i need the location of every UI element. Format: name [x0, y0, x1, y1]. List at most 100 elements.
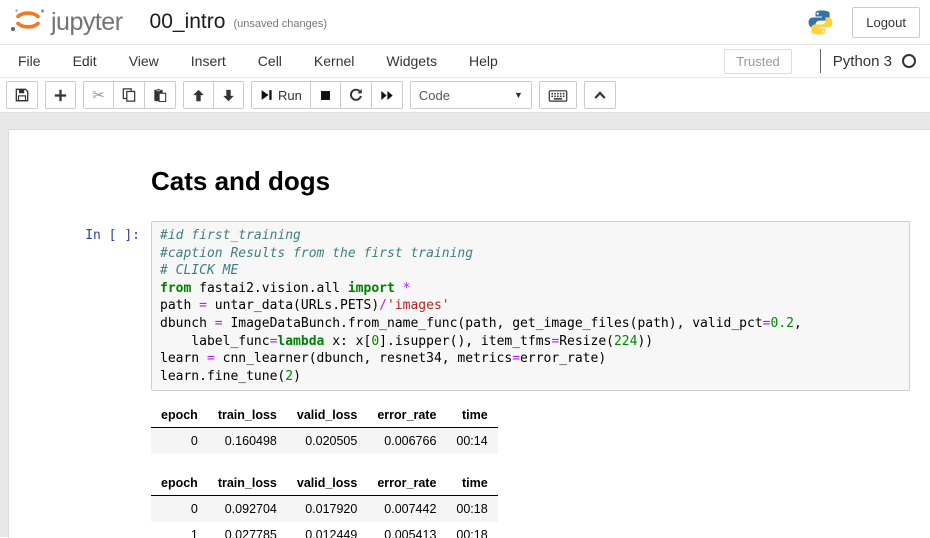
run-button-label: Run [278, 88, 302, 103]
table-cell: 1 [151, 522, 208, 538]
cell-prompt: In [ ]: [9, 221, 151, 391]
table-cell: 0.007442 [367, 496, 446, 523]
run-cell-button[interactable]: Run [251, 81, 311, 109]
logout-button[interactable]: Logout [852, 7, 920, 38]
code-token: from [160, 281, 191, 296]
code-cell[interactable]: In [ ]: #id first_training#caption Resul… [9, 221, 910, 391]
table-header-cell: epoch [151, 403, 208, 428]
table-header-cell: error_rate [367, 403, 446, 428]
menu-item-widgets[interactable]: Widgets [370, 53, 453, 69]
table-header-cell: time [446, 471, 497, 496]
move-cell-up-button[interactable] [183, 81, 214, 109]
cut-icon: ✂ [92, 88, 105, 103]
training-results-table: epochtrain_lossvalid_losserror_ratetime0… [151, 403, 498, 454]
table-cell: 0.092704 [208, 496, 287, 523]
cut-cell-button[interactable]: ✂ [83, 81, 114, 109]
code-token: Resize( [559, 334, 614, 349]
code-line: learn.fine_tune(2) [160, 368, 901, 386]
add-cell-icon [54, 89, 67, 102]
notebook-container: Cats and dogs In [ ]: #id first_training… [8, 129, 930, 538]
kernel-idle-icon [902, 54, 916, 68]
table-header-cell: epoch [151, 471, 208, 496]
jupyter-wordmark: jupyter [51, 8, 123, 37]
move-cell-down-button[interactable] [213, 81, 244, 109]
interrupt-kernel-button[interactable] [310, 81, 341, 109]
code-token: 'images' [387, 298, 450, 313]
menu-item-insert[interactable]: Insert [175, 53, 242, 69]
kernel-name: Python 3 [833, 53, 892, 70]
code-token: dbunch [160, 316, 215, 331]
code-token: , [794, 316, 802, 331]
header: jupyter 00_intro (unsaved changes) Logou… [0, 0, 930, 44]
code-token: untar_data(URLs.PETS) [207, 298, 379, 313]
notebook-title[interactable]: 00_intro [150, 10, 226, 34]
code-token: = [207, 351, 215, 366]
code-line: label_func=lambda x: x[0].isupper(), ite… [160, 333, 901, 351]
code-token [395, 281, 403, 296]
code-token: label_func [160, 334, 270, 349]
code-token: * [403, 281, 411, 296]
paste-cell-button[interactable] [144, 81, 176, 109]
code-line: # CLICK ME [160, 262, 901, 280]
command-palette-button[interactable] [539, 81, 577, 109]
code-line: from fastai2.vision.all import * [160, 280, 901, 298]
save-button[interactable] [6, 81, 38, 109]
chevron-up-icon [593, 89, 607, 101]
code-line: dbunch = ImageDataBunch.from_name_func(p… [160, 315, 901, 333]
toolbar: ✂ [0, 78, 930, 112]
table-header-cell: error_rate [367, 471, 446, 496]
cell-type-dropdown[interactable]: Code ▼ [410, 81, 532, 109]
training-results-table: epochtrain_lossvalid_losserror_ratetime0… [151, 471, 498, 538]
menu-item-cell[interactable]: Cell [242, 53, 298, 69]
code-token: learn [160, 351, 207, 366]
code-token: / [379, 298, 387, 313]
output-area: epochtrain_lossvalid_losserror_ratetime0… [151, 403, 930, 538]
table-cell: 0.006766 [367, 428, 446, 455]
cell-type-selected: Code [419, 88, 450, 103]
code-token: 0.2 [771, 316, 794, 331]
move-down-icon [222, 89, 235, 102]
save-icon [15, 88, 29, 102]
menu-item-edit[interactable]: Edit [57, 53, 113, 69]
table-cell: 00:18 [446, 496, 497, 523]
code-line: #id first_training [160, 227, 901, 245]
table-cell: 0.005413 [367, 522, 446, 538]
restart-run-all-icon [380, 89, 394, 102]
menu-item-file[interactable]: File [10, 53, 57, 69]
command-palette-keyboard-icon [548, 88, 568, 103]
trusted-button[interactable]: Trusted [724, 49, 792, 74]
code-token: = [199, 298, 207, 313]
code-token: error_rate) [520, 351, 606, 366]
code-token: ].isupper(), item_tfms [379, 334, 551, 349]
toolbar-collapse-button[interactable] [584, 81, 616, 109]
markdown-cell[interactable]: Cats and dogs [9, 166, 930, 197]
code-token: lambda [277, 334, 324, 349]
copy-icon [122, 88, 136, 102]
menubar-items: FileEditViewInsertCellKernelWidgetsHelp [10, 53, 514, 69]
table-cell: 00:14 [446, 428, 497, 455]
table-header-row: epochtrain_lossvalid_losserror_ratetime [151, 403, 498, 428]
code-editor[interactable]: #id first_training#caption Results from … [151, 221, 910, 391]
run-step-forward-icon [260, 88, 273, 102]
code-line: path = untar_data(URLs.PETS)/'images' [160, 297, 901, 315]
code-token: = [763, 316, 771, 331]
table-cell: 0 [151, 428, 208, 455]
table-cell: 0.017920 [287, 496, 367, 523]
table-header-cell: valid_loss [287, 403, 367, 428]
menu-item-kernel[interactable]: Kernel [298, 53, 370, 69]
code-token: ImageDataBunch.from_name_func(path, get_… [223, 316, 763, 331]
restart-kernel-button[interactable] [340, 81, 372, 109]
code-token: path [160, 298, 199, 313]
table-header-cell: time [446, 403, 497, 428]
jupyter-logo[interactable]: jupyter [8, 7, 123, 37]
restart-run-all-button[interactable] [371, 81, 403, 109]
menu-item-view[interactable]: View [113, 53, 175, 69]
site-background: Cats and dogs In [ ]: #id first_training… [0, 112, 930, 537]
code-line: #caption Results from the first training [160, 245, 901, 263]
menubar: FileEditViewInsertCellKernelWidgetsHelp … [0, 44, 930, 78]
add-cell-below-button[interactable] [45, 81, 76, 109]
code-token: = [512, 351, 520, 366]
code-token: import [348, 281, 395, 296]
copy-cell-button[interactable] [113, 81, 145, 109]
menu-item-help[interactable]: Help [453, 53, 514, 69]
